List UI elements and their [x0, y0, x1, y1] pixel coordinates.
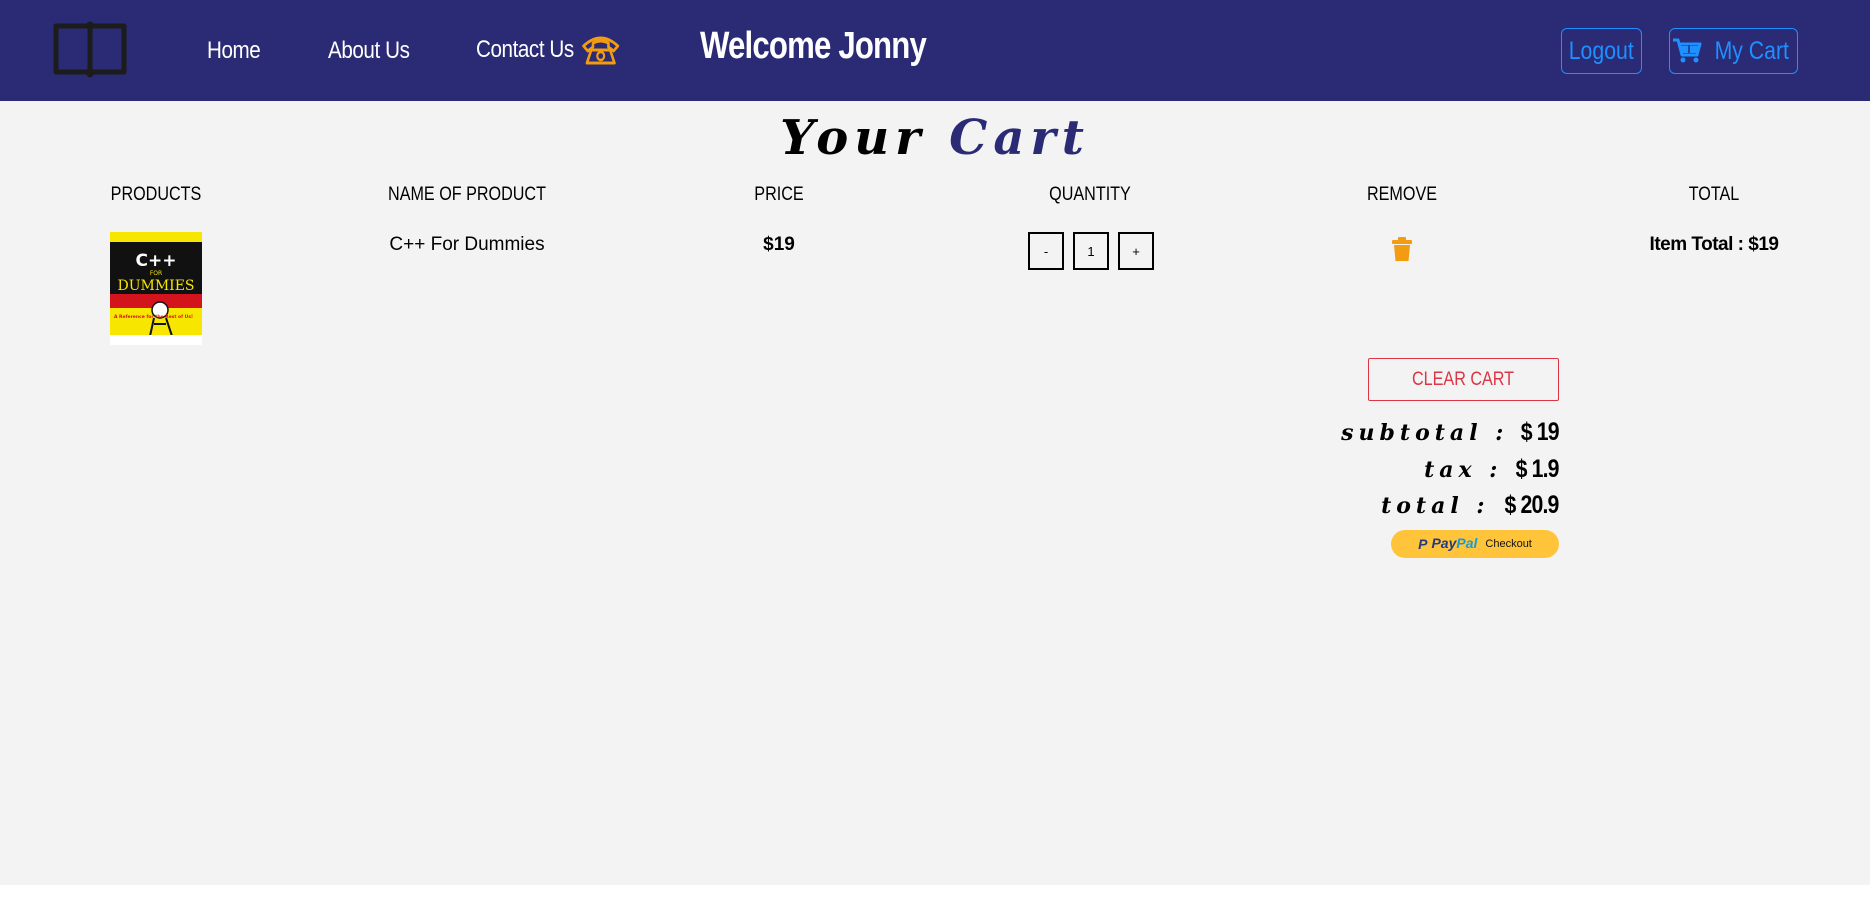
- welcome-message: Welcome Jonny: [700, 25, 927, 67]
- paypal-pal-text: Pal: [1456, 535, 1478, 551]
- paypal-logo-icon: P: [1418, 536, 1428, 552]
- nav-contact-label: Contact Us: [476, 36, 574, 63]
- column-header-remove: REMOVE: [1366, 184, 1437, 205]
- product-name: C++ For Dummies: [389, 234, 545, 255]
- product-price: $19: [763, 234, 795, 255]
- quantity-value: 1: [1073, 232, 1109, 270]
- trash-icon[interactable]: [1391, 237, 1413, 262]
- total-value: $ 20.9: [1505, 491, 1560, 519]
- subtotal-label: subtotal :: [1341, 420, 1509, 446]
- total-line: total : $ 20.9: [1381, 491, 1560, 520]
- tax-line: tax : $ 1.9: [1424, 455, 1560, 484]
- paypal-checkout-button[interactable]: P PayPal Checkout: [1391, 530, 1559, 558]
- item-total: Item Total : $19: [1649, 234, 1779, 255]
- nav-home[interactable]: Home: [207, 37, 261, 65]
- page-title-part2: Cart: [949, 110, 1090, 166]
- logout-button[interactable]: Logout: [1561, 28, 1642, 74]
- clear-cart-button[interactable]: CLEAR CART: [1368, 358, 1559, 401]
- tax-value: $ 1.9: [1515, 455, 1560, 483]
- nav-about-us[interactable]: About Us: [328, 37, 410, 65]
- column-header-price: PRICE: [754, 184, 804, 205]
- navbar: Home About Us Contact Us Welcome Jonny L…: [0, 0, 1870, 101]
- page-title-part1: Your: [780, 110, 927, 166]
- column-header-quantity: QUANTITY: [1049, 184, 1131, 205]
- clear-cart-label: CLEAR CART: [1412, 368, 1515, 390]
- book-logo-icon[interactable]: [52, 20, 128, 80]
- column-header-name: NAME OF PRODUCT: [388, 184, 546, 205]
- phone-icon: [581, 36, 619, 65]
- column-header-total: TOTAL: [1688, 184, 1740, 205]
- cover-for: FOR: [150, 270, 162, 277]
- column-header-products: PRODUCTS: [110, 184, 202, 205]
- tax-label: tax :: [1424, 457, 1503, 483]
- subtotal-line: subtotal : $ 19: [1341, 418, 1560, 447]
- paypal-checkout-label: Checkout: [1485, 538, 1532, 550]
- logout-label: Logout: [1569, 36, 1634, 65]
- cover-subtitle: A Reference for the Rest of Us!: [114, 314, 193, 320]
- product-image: C++ FOR DUMMIES A Reference for the Rest…: [110, 232, 202, 345]
- increment-button[interactable]: +: [1118, 232, 1154, 270]
- cover-title: C++: [136, 251, 177, 271]
- subtotal-value: $ 19: [1521, 418, 1560, 446]
- decrement-button[interactable]: -: [1028, 232, 1064, 270]
- my-cart-label: My Cart: [1714, 36, 1789, 65]
- total-label: total :: [1381, 493, 1490, 519]
- my-cart-button[interactable]: My Cart: [1669, 28, 1798, 74]
- paypal-pay-text: Pay: [1431, 535, 1457, 551]
- product-cover-art: C++ FOR DUMMIES A Reference for the Rest…: [110, 232, 202, 345]
- cart-icon: [1672, 38, 1702, 63]
- cover-dummies: DUMMIES: [117, 278, 194, 294]
- nav-contact-us[interactable]: Contact Us: [476, 34, 620, 66]
- page-title: Your Cart: [0, 110, 1870, 166]
- page: Home About Us Contact Us Welcome Jonny L…: [0, 0, 1870, 885]
